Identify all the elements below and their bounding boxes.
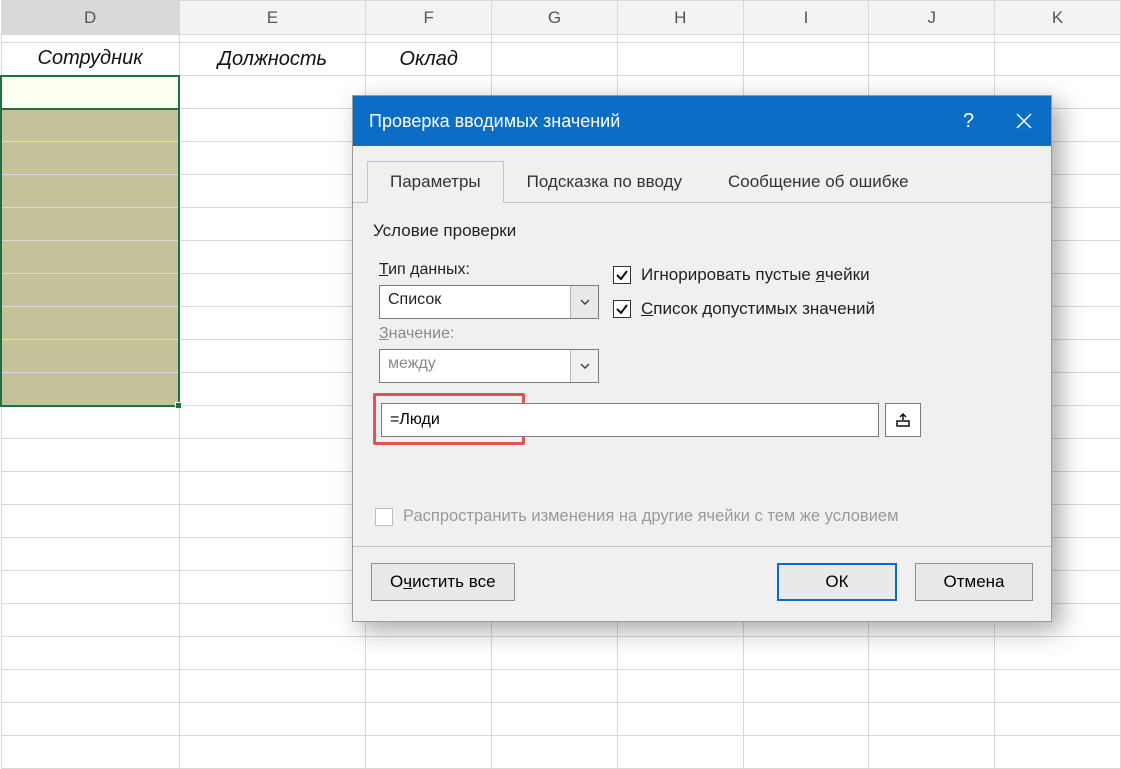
checkbox-checked-icon [613, 266, 631, 284]
clear-all-button[interactable]: Очистить все [371, 563, 515, 601]
cell-e-header[interactable]: Должность [179, 43, 366, 76]
data-operator-value: между [380, 350, 570, 382]
help-button[interactable]: ? [941, 96, 996, 146]
selected-cell[interactable] [1, 175, 179, 208]
tab-error-message[interactable]: Сообщение об ошибке [705, 161, 932, 203]
selected-cell[interactable] [1, 241, 179, 274]
col-header-d[interactable]: D [1, 1, 179, 35]
allow-type-combo[interactable]: Список [379, 285, 599, 319]
data-validation-dialog: Проверка вводимых значений ? Параметры П… [352, 95, 1052, 622]
ok-button[interactable]: ОК [777, 563, 897, 601]
cell-d-header[interactable]: Сотрудник [1, 43, 179, 76]
tab-input-hint[interactable]: Подсказка по вводу [504, 161, 705, 203]
range-picker-icon [895, 412, 911, 428]
data-operator-dropdown-button [570, 350, 598, 382]
in-cell-dropdown-checkbox[interactable]: Список допустимых значений [613, 299, 875, 319]
tab-parameters[interactable]: Параметры [367, 161, 504, 203]
selected-cell[interactable] [1, 307, 179, 340]
header-row[interactable]: Сотрудник Должность Оклад [1, 43, 1121, 76]
checkbox-checked-icon [613, 300, 631, 318]
range-picker-button[interactable] [885, 403, 921, 437]
data-operator-label: Значение: [379, 325, 613, 343]
selected-cell[interactable] [1, 208, 179, 241]
selected-cell[interactable] [1, 142, 179, 175]
chevron-down-icon [580, 299, 590, 305]
allow-type-value: Список [380, 286, 570, 318]
col-header-e[interactable]: E [179, 1, 366, 35]
checkbox-unchecked-icon [375, 508, 393, 526]
cancel-button[interactable]: Отмена [915, 563, 1033, 601]
dialog-titlebar[interactable]: Проверка вводимых значений ? [353, 96, 1051, 146]
dialog-tabs: Параметры Подсказка по вводу Сообщение о… [353, 146, 1051, 203]
validation-group-title: Условие проверки [373, 221, 1031, 241]
ignore-blank-label: Игнорировать пустые ячейки [641, 265, 870, 285]
selected-cell[interactable] [1, 373, 179, 406]
col-header-f[interactable]: F [366, 1, 492, 35]
data-operator-combo: между [379, 349, 599, 383]
propagate-changes-label: Распространить изменения на другие ячейк… [403, 507, 898, 526]
active-cell[interactable] [1, 76, 179, 109]
allow-type-label: Тип данных: [379, 261, 613, 279]
selected-cell[interactable] [1, 109, 179, 142]
propagate-changes-checkbox: Распространить изменения на другие ячейк… [375, 507, 1029, 526]
fill-handle[interactable] [175, 402, 182, 409]
col-header-h[interactable]: H [617, 1, 743, 35]
col-header-i[interactable]: I [743, 1, 869, 35]
dialog-title: Проверка вводимых значений [369, 111, 620, 132]
selected-cell[interactable] [1, 274, 179, 307]
chevron-down-icon [580, 363, 590, 369]
cell-f-header[interactable]: Оклад [366, 43, 492, 76]
dialog-body: Условие проверки Тип данных: Список Знач… [353, 203, 1051, 546]
in-cell-dropdown-label: Список допустимых значений [641, 299, 875, 319]
allow-type-dropdown-button[interactable] [570, 286, 598, 318]
col-header-k[interactable]: K [995, 1, 1121, 35]
col-header-g[interactable]: G [492, 1, 618, 35]
dialog-footer: Очистить все ОК Отмена [353, 546, 1051, 621]
selected-cell[interactable] [1, 340, 179, 373]
column-header-row: D E F G H I J K [1, 1, 1121, 35]
close-icon [1016, 113, 1032, 129]
close-button[interactable] [996, 96, 1051, 146]
col-header-j[interactable]: J [869, 1, 995, 35]
source-input[interactable] [381, 403, 879, 437]
ignore-blank-checkbox[interactable]: Игнорировать пустые ячейки [613, 265, 875, 285]
